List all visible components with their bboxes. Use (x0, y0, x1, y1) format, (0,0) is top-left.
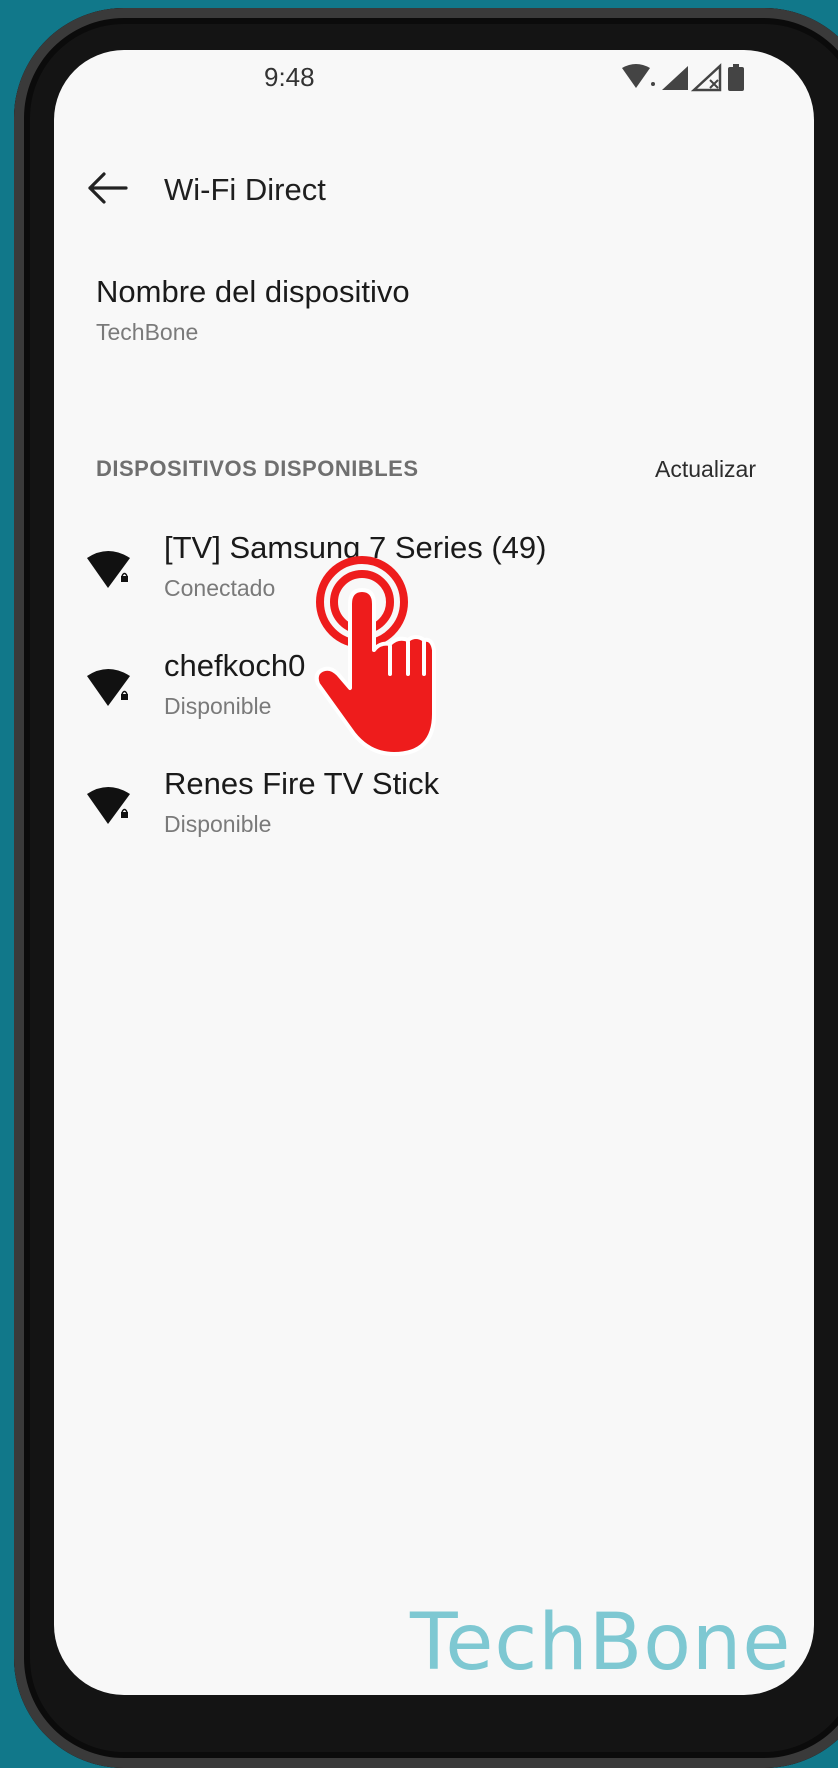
device-name-label: Nombre del dispositivo (96, 274, 410, 309)
wifi-lock-icon (87, 551, 130, 588)
refresh-button[interactable]: Actualizar (655, 456, 756, 483)
section-title: DISPOSITIVOS DISPONIBLES (96, 456, 419, 481)
watermark: TechBone (410, 1598, 792, 1688)
battery-icon (728, 64, 744, 91)
device-name: Renes Fire TV Stick (164, 766, 440, 801)
available-devices-header: DISPOSITIVOS DISPONIBLES Actualizar (96, 452, 756, 492)
device-list-item[interactable]: Renes Fire TV Stick Disponible (54, 756, 814, 866)
device-name-value: TechBone (96, 319, 199, 345)
device-name: chefkoch0 (164, 648, 306, 683)
wifi-icon (622, 64, 655, 88)
device-status: Disponible (164, 693, 272, 719)
arrow-left-icon[interactable] (86, 168, 134, 208)
wifi-lock-icon (87, 787, 130, 824)
page-title: Wi-Fi Direct (164, 172, 326, 207)
signal-no-service-icon (690, 63, 722, 92)
status-time: 9:48 (264, 62, 315, 92)
status-bar: 9:48 (54, 50, 814, 106)
device-name-setting[interactable]: Nombre del dispositivo TechBone (96, 272, 746, 382)
app-bar: Wi-Fi Direct (54, 150, 814, 230)
device-status: Disponible (164, 811, 272, 837)
tap-hand-icon (314, 556, 436, 756)
wifi-lock-icon (87, 669, 130, 706)
signal-icon (662, 66, 688, 90)
screen: 9:48 Wi-Fi Direct Nombre del dispositivo… (54, 50, 814, 1695)
status-icons (622, 63, 744, 92)
